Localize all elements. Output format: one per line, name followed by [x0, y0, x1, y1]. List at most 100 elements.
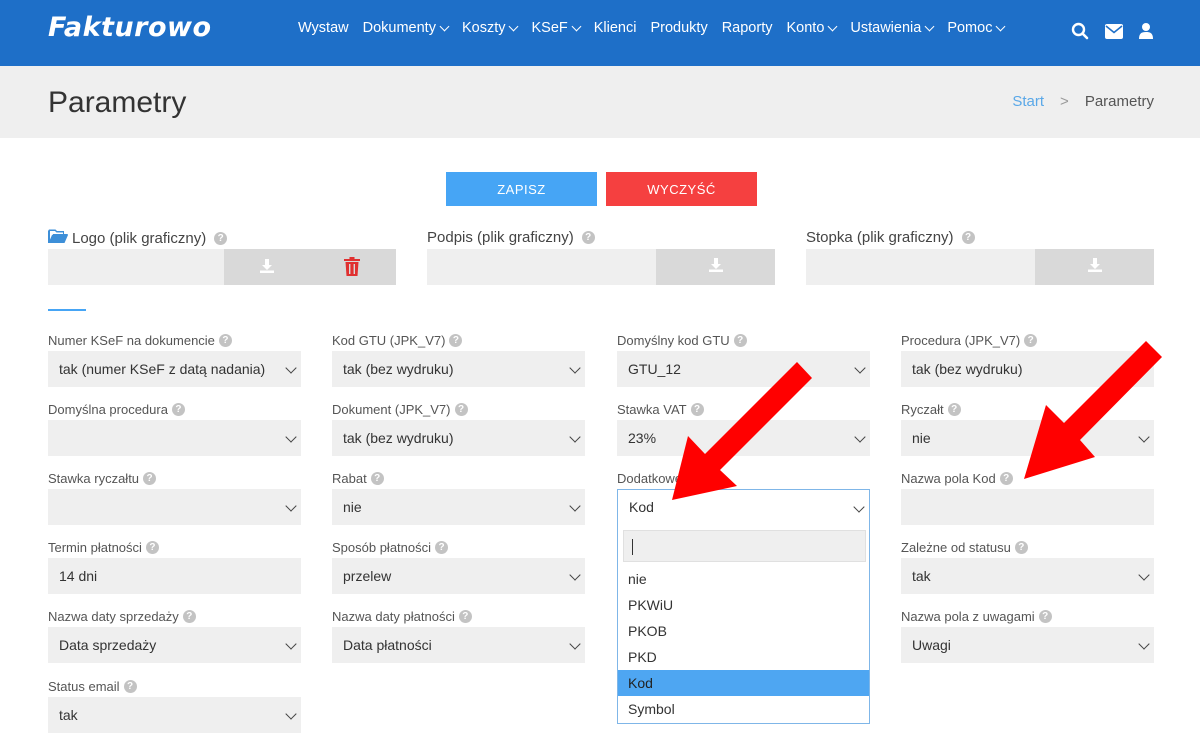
nav-item-produkty[interactable]: Produkty — [650, 20, 707, 36]
nazwa-daty-sprzedazy-label: Nazwa daty sprzedaży? — [48, 609, 196, 624]
dropdown-search-input[interactable] — [623, 530, 866, 562]
nav-item-ustawienia[interactable]: Ustawienia — [850, 20, 935, 36]
signature-upload-button[interactable] — [656, 249, 775, 285]
active-tab-indicator — [48, 309, 86, 311]
termin-label: Termin płatności? — [48, 540, 159, 555]
stawka-ryczaltu-select[interactable] — [48, 489, 301, 525]
field-value: tak (numer KSeF z datą nadania) — [59, 361, 266, 377]
dropdown-option[interactable]: Kod — [618, 670, 869, 696]
logo-file-field[interactable] — [48, 249, 224, 285]
help-icon[interactable]: ? — [145, 541, 159, 554]
ryczalt-select[interactable]: nie — [901, 420, 1154, 456]
help-icon[interactable]: ? — [435, 541, 449, 554]
nav-item-dokumenty[interactable]: Dokumenty — [363, 20, 450, 36]
help-icon[interactable]: ? — [1014, 541, 1028, 554]
dokument-select[interactable]: tak (bez wydruku) — [332, 420, 585, 456]
help-icon[interactable]: ? — [686, 472, 700, 485]
field-value: 14 dni — [59, 568, 98, 584]
nav-item-label: Produkty — [650, 20, 708, 36]
help-icon[interactable]: ? — [733, 334, 747, 347]
domyslny-gtu-label: Domyślny kod GTU? — [617, 333, 747, 348]
nazwa-daty-platnosci-select[interactable]: Data płatności — [332, 627, 585, 663]
help-icon[interactable]: ? — [1038, 610, 1052, 623]
footer-upload-button[interactable] — [1035, 249, 1154, 285]
help-icon[interactable]: ? — [454, 403, 468, 416]
help-icon[interactable]: ? — [370, 472, 384, 485]
field-label-text: Zależne od statusu — [901, 540, 1011, 555]
dropdown-option[interactable]: PKWiU — [618, 592, 869, 618]
stawka-vat-select[interactable]: 23% — [617, 420, 870, 456]
help-icon[interactable]: ? — [123, 680, 137, 693]
domyslna-procedura-select[interactable] — [48, 420, 301, 456]
nav-item-pomoc[interactable]: Pomoc — [947, 20, 1006, 36]
dropdown-option[interactable]: PKD — [618, 644, 869, 670]
domyslny-gtu-select[interactable]: GTU_12 — [617, 351, 870, 387]
dropdown-option[interactable]: nie — [618, 566, 869, 592]
chevron-down-icon — [1138, 569, 1150, 581]
dropdown-option[interactable]: PKOB — [618, 618, 869, 644]
help-icon[interactable]: ? — [961, 231, 975, 244]
page-header: Parametry Start > Parametry — [0, 66, 1200, 138]
procedura-select[interactable]: tak (bez wydruku) — [901, 351, 1154, 387]
domyslna-procedura-label: Domyślna procedura? — [48, 402, 185, 417]
help-icon[interactable]: ? — [458, 610, 472, 623]
nav-item-koszty[interactable]: Koszty — [462, 20, 519, 36]
help-icon[interactable]: ? — [1024, 334, 1038, 347]
nav-item-konto[interactable]: Konto — [786, 20, 838, 36]
chevron-down-icon — [853, 501, 865, 513]
chevron-down-icon — [571, 21, 582, 31]
trash-icon[interactable] — [344, 257, 360, 281]
help-icon[interactable]: ? — [218, 334, 232, 347]
app-logo[interactable]: Fakturowo — [48, 12, 212, 43]
help-icon[interactable]: ? — [143, 472, 157, 485]
help-icon[interactable]: ? — [214, 232, 228, 245]
help-icon[interactable]: ? — [999, 472, 1013, 485]
nav-item-label: KSeF — [531, 20, 568, 36]
nav-item-raporty[interactable]: Raporty — [722, 20, 773, 36]
dropdown-option[interactable]: Symbol — [618, 696, 869, 722]
breadcrumb-start-link[interactable]: Start — [1012, 93, 1044, 110]
status-email-select[interactable]: tak — [48, 697, 301, 733]
nazwa-pola-uwagi-select[interactable]: Uwagi — [901, 627, 1154, 663]
field-value: nie — [912, 430, 931, 446]
field-label-text: Dodatkowe — [617, 471, 683, 486]
help-icon[interactable]: ? — [449, 334, 463, 347]
nav-item-ksef[interactable]: KSeF — [531, 20, 582, 36]
sposob-label: Sposób płatności? — [332, 540, 449, 555]
dodatkowe-select[interactable]: Kod — [617, 489, 870, 525]
save-button[interactable]: ZAPISZ — [446, 172, 597, 206]
chevron-down-icon — [285, 431, 297, 443]
download-icon[interactable] — [260, 259, 274, 278]
chevron-down-icon — [439, 21, 450, 31]
dokument-label: Dokument (JPK_V7)? — [332, 402, 468, 417]
search-icon[interactable] — [1071, 22, 1089, 40]
termin-input[interactable]: 14 dni — [48, 558, 301, 594]
kod-gtu-select[interactable]: tak (bez wydruku) — [332, 351, 585, 387]
nav-item-wystaw[interactable]: Wystaw — [298, 20, 349, 36]
clear-button[interactable]: WYCZYŚĆ — [606, 172, 757, 206]
field-value: tak (bez wydruku) — [912, 361, 1023, 377]
envelope-icon[interactable] — [1105, 23, 1123, 39]
logo-upload-area — [224, 249, 396, 285]
field-value: Kod — [629, 499, 654, 515]
zalezne-select[interactable]: tak — [901, 558, 1154, 594]
nazwa-pola-kod-input[interactable] — [901, 489, 1154, 525]
field-label-text: Nazwa pola z uwagami — [901, 609, 1035, 624]
nav-item-klienci[interactable]: Klienci — [594, 20, 637, 36]
numer-ksef-select[interactable]: tak (numer KSeF z datą nadania) — [48, 351, 301, 387]
help-icon[interactable]: ? — [182, 610, 196, 623]
help-icon[interactable]: ? — [171, 403, 185, 416]
user-icon[interactable] — [1139, 23, 1153, 39]
signature-file-field[interactable] — [427, 249, 656, 285]
rabat-select[interactable]: nie — [332, 489, 585, 525]
chevron-down-icon — [509, 21, 519, 31]
chevron-down-icon — [569, 569, 581, 581]
nazwa-daty-sprzedazy-select[interactable]: Data sprzedaży — [48, 627, 301, 663]
sposob-select[interactable]: przelew — [332, 558, 585, 594]
nav-item-label: Pomoc — [947, 20, 993, 36]
help-icon[interactable]: ? — [581, 231, 595, 244]
dodatkowe-label: Dodatkowe? — [617, 471, 700, 486]
help-icon[interactable]: ? — [690, 403, 704, 416]
footer-file-field[interactable] — [806, 249, 1035, 285]
help-icon[interactable]: ? — [947, 403, 961, 416]
